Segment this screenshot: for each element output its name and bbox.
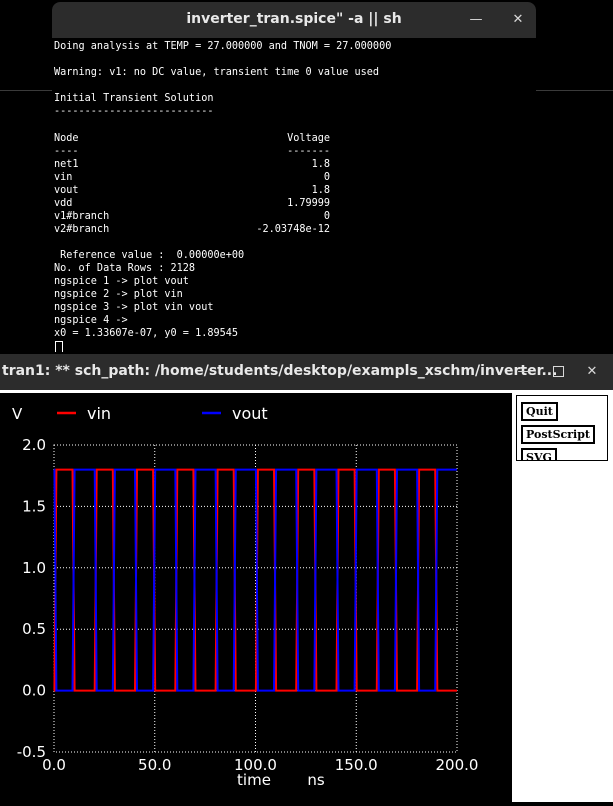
terminal-line: Warning: v1: no DC value, transient time…	[54, 67, 380, 78]
plot-titlebar[interactable]: tran1: ** sch_path: /home/students/deskt…	[0, 354, 613, 390]
terminal-line: Reference value : 0.00000e+00	[54, 250, 245, 261]
x-tick-label: 50.0	[138, 756, 171, 774]
terminal-cursor	[55, 341, 63, 352]
voltage-header: Voltage	[287, 133, 330, 144]
terminal-line: ----	[54, 146, 79, 157]
chart[interactable]: 0.0 50.0 100.0 150.0 200.0-0.50.00.51.01.52.…	[0, 393, 512, 802]
minimize-icon[interactable]: —	[515, 363, 533, 381]
terminal-line: vin	[54, 172, 73, 183]
terminal-line: ngspice 2 -> plot vin	[54, 289, 183, 300]
node-voltage-value: -2.03748e-12	[256, 224, 330, 235]
terminal-line: net1	[54, 159, 79, 170]
y-tick-label: -0.5	[17, 743, 46, 761]
terminal-line: Doing analysis at TEMP = 27.000000 and T…	[54, 41, 392, 52]
terminal-line: v1#branch	[54, 211, 110, 222]
terminal-window: inverter_tran.spice" -a || sh — ✕ Doing …	[52, 2, 536, 352]
desktop-line	[536, 90, 613, 91]
terminal-line: vdd	[54, 198, 73, 209]
y-tick-label: 1.5	[22, 497, 46, 515]
terminal-line: --------------------------	[54, 106, 214, 117]
terminal-line: x0 = 1.33607e-07, y0 = 1.89545	[54, 328, 239, 339]
y-tick-label: 1.0	[22, 559, 46, 577]
plot-title: tran1: ** sch_path: /home/students/deskt…	[2, 363, 558, 379]
y-tick-label: 2.0	[22, 436, 46, 454]
terminal-line: Initial Transient Solution	[54, 93, 214, 104]
svg-button[interactable]: SVG	[521, 448, 557, 460]
maximize-icon[interactable]	[475, 11, 493, 29]
terminal-line: ngspice 1 -> plot vout	[54, 276, 189, 287]
terminal-line: ngspice 3 -> plot vin vout	[54, 302, 214, 313]
node-voltage-value: 1.79999	[287, 198, 330, 209]
terminal-line: ngspice 4 ->	[54, 315, 134, 326]
x-tick-label: 200.0	[436, 756, 479, 774]
x-tick-label: 150.0	[335, 756, 378, 774]
close-icon[interactable]: ✕	[583, 363, 601, 381]
terminal-line: v2#branch	[54, 224, 110, 235]
x-axis-label: time	[237, 771, 271, 789]
close-icon[interactable]: ✕	[509, 11, 527, 29]
y-tick-label: 0.5	[22, 620, 46, 638]
node-voltage-value: 1.8	[311, 159, 330, 170]
maximize-icon[interactable]	[549, 363, 567, 381]
terminal-title: inverter_tran.spice" -a || sh	[186, 11, 402, 27]
node-voltage-value: 0	[323, 172, 330, 183]
terminal-titlebar[interactable]: inverter_tran.spice" -a || sh — ✕	[52, 2, 536, 38]
plot-area[interactable]: 0.0 50.0 100.0 150.0 200.0 -0.5 0.0 0.5 1.0 1.5 2.…	[0, 393, 512, 802]
x-axis-unit: ns	[307, 771, 325, 789]
terminal-line: No. of Data Rows : 2128	[54, 263, 196, 274]
terminal-line: Node	[54, 133, 79, 144]
y-axis-label: V	[12, 405, 23, 423]
voltage-rule: -------	[287, 146, 330, 157]
legend-label-vin: vin	[87, 404, 111, 423]
button-panel: Quit PostScript SVG	[516, 395, 608, 461]
terminal-line: vout	[54, 185, 79, 196]
quit-button[interactable]: Quit	[521, 402, 558, 421]
plot-window: tran1: ** sch_path: /home/students/deskt…	[0, 354, 613, 802]
node-voltage-value: 0	[323, 211, 330, 222]
node-voltage-value: 1.8	[311, 185, 330, 196]
desktop-line	[0, 90, 52, 91]
y-tick-label: 0.0	[22, 682, 46, 700]
postscript-button[interactable]: PostScript	[521, 425, 595, 444]
legend-label-vout: vout	[232, 404, 268, 423]
